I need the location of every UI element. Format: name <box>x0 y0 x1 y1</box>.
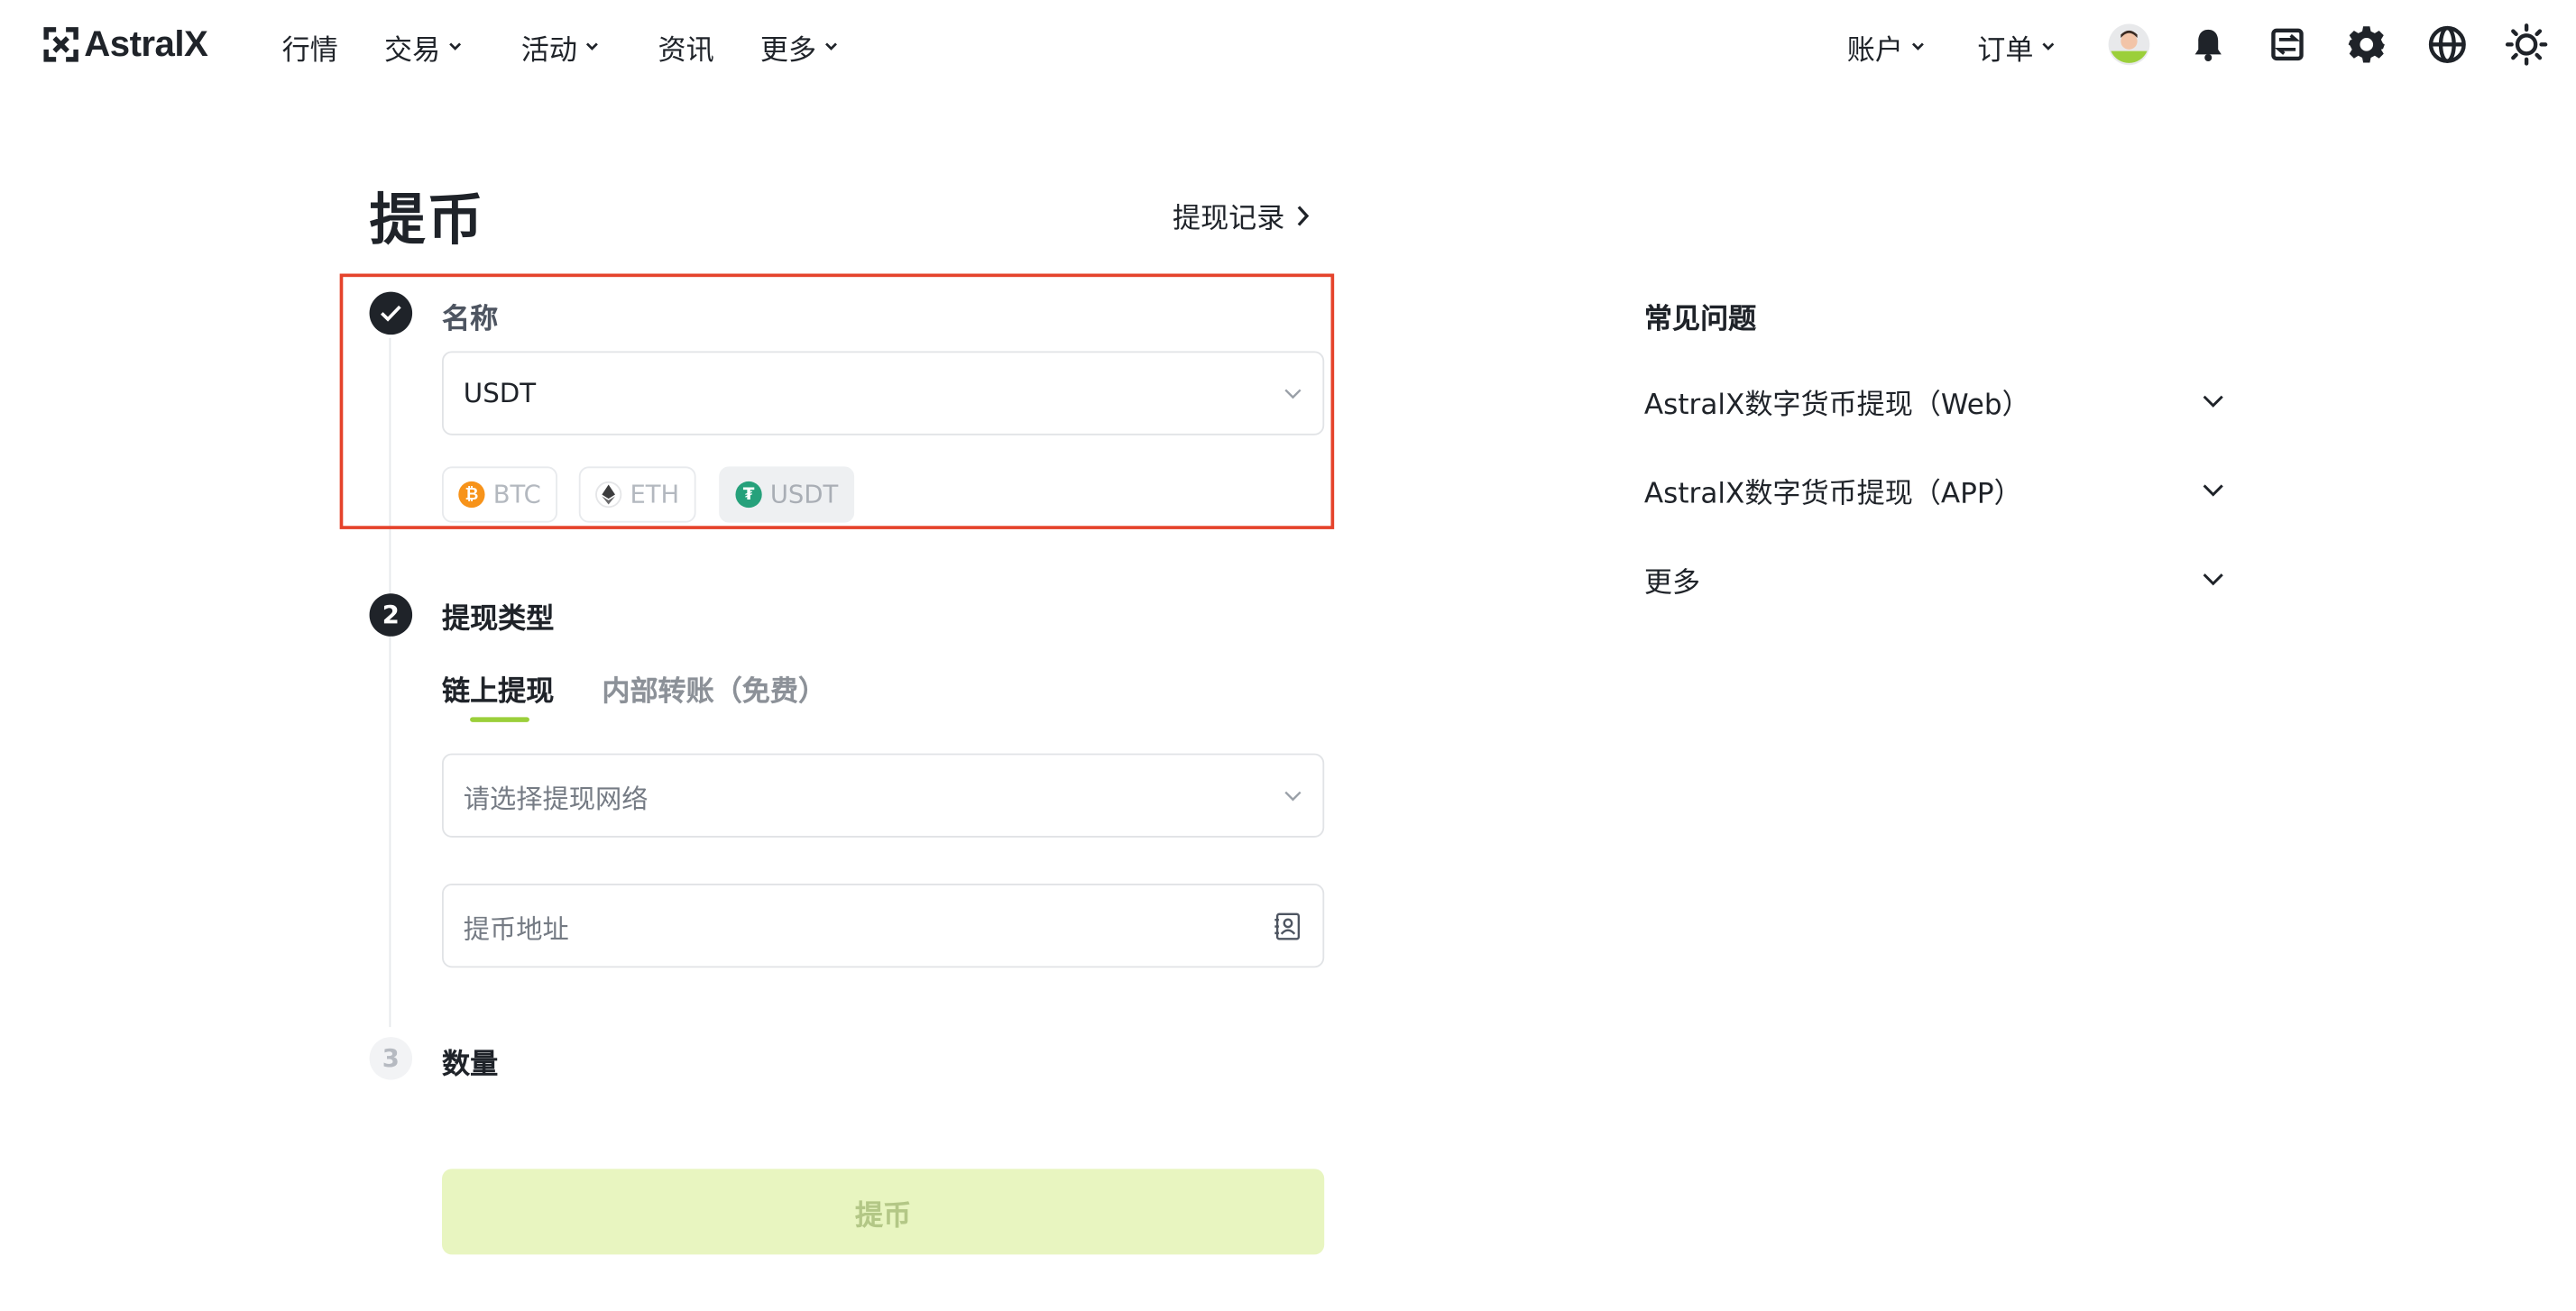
nav-trade-label: 交易 <box>384 33 441 68</box>
faq-item-web[interactable]: AstralX数字货币提现（Web） <box>1643 380 2225 422</box>
quick-coin-usdt-label: USDT <box>769 480 839 509</box>
nav-activity[interactable]: 活动 <box>520 26 601 68</box>
logo-text: AstralX <box>84 23 208 65</box>
gear-icon <box>2348 26 2385 63</box>
tab-internal-transfer[interactable]: 内部转账（免费） <box>602 668 826 710</box>
active-tab-indicator <box>470 717 529 722</box>
check-icon <box>380 305 401 322</box>
nav-news-label: 资讯 <box>658 33 714 68</box>
step-2-label: 提现类型 <box>442 603 555 637</box>
globe-icon <box>2428 25 2466 63</box>
chevron-down-icon <box>585 42 598 50</box>
language-button[interactable] <box>2426 23 2470 67</box>
tether-icon: ₮ <box>735 481 762 509</box>
quick-coin-eth[interactable]: ETH <box>578 466 696 523</box>
quick-coin-btc[interactable]: ₿ BTC <box>442 466 558 523</box>
step-1-complete-badge <box>369 291 413 335</box>
faq-item-more[interactable]: 更多 <box>1643 559 2225 600</box>
network-select[interactable]: 请选择提现网络 <box>442 753 1325 838</box>
faq-item-label: AstralX数字货币提现（APP） <box>1643 477 2022 510</box>
nav-market[interactable]: 行情 <box>281 26 338 68</box>
nav-orders[interactable]: 订单 <box>1977 26 2056 68</box>
nav-orders-label: 订单 <box>1977 33 2034 68</box>
tab-onchain-withdraw[interactable]: 链上提现 <box>442 668 554 710</box>
quick-coin-eth-label: ETH <box>630 480 680 509</box>
chevron-down-icon <box>2203 483 2223 496</box>
chevron-down-icon <box>1284 388 1302 399</box>
nav-market-label: 行情 <box>281 33 338 68</box>
chevron-down-icon <box>825 42 837 50</box>
chevron-down-icon <box>2203 573 2223 585</box>
quick-coin-usdt[interactable]: ₮ USDT <box>719 466 855 523</box>
page-title: 提币 <box>369 188 485 254</box>
withdraw-history-link[interactable]: 提现记录 <box>1172 195 1311 236</box>
nav-more-label: 更多 <box>759 33 817 68</box>
sun-icon <box>2505 23 2548 66</box>
nav-news[interactable]: 资讯 <box>658 26 714 68</box>
chevron-down-icon <box>449 42 462 50</box>
address-input-placeholder: 提币地址 <box>463 912 569 944</box>
ethereum-icon <box>595 481 622 509</box>
address-book-icon[interactable] <box>1274 911 1303 940</box>
logo-mark-icon <box>43 27 78 62</box>
chevron-down-icon <box>1911 42 1924 50</box>
settings-button[interactable] <box>2345 23 2388 67</box>
step-1-label: 名称 <box>442 303 499 336</box>
coin-select[interactable]: USDT <box>442 351 1325 435</box>
nav-activity-label: 活动 <box>520 33 577 68</box>
faq-item-app[interactable]: AstralX数字货币提现（APP） <box>1643 470 2225 510</box>
notifications-button[interactable] <box>2186 23 2230 67</box>
withdraw-submit-button[interactable]: 提币 <box>442 1169 1325 1255</box>
network-select-placeholder: 请选择提现网络 <box>463 782 649 814</box>
quick-coin-btc-label: BTC <box>492 480 541 509</box>
nav-account-label: 账户 <box>1846 33 1903 68</box>
nav-more[interactable]: 更多 <box>759 26 840 68</box>
step-3-label: 数量 <box>442 1048 499 1082</box>
faq-item-label: 更多 <box>1643 566 1701 600</box>
chevron-down-icon <box>1284 790 1302 801</box>
chevron-down-icon <box>2042 42 2055 50</box>
transfer-button[interactable] <box>2266 23 2309 67</box>
nav-account[interactable]: 账户 <box>1846 26 1927 68</box>
chevron-down-icon <box>2203 394 2223 407</box>
nav-trade[interactable]: 交易 <box>384 26 464 68</box>
faq-item-label: AstralX数字货币提现（Web） <box>1643 388 2030 422</box>
step-2-badge: 2 <box>369 593 413 637</box>
address-input[interactable]: 提币地址 <box>442 884 1325 968</box>
faq-title: 常见问题 <box>1643 303 1757 336</box>
coin-select-value: USDT <box>463 377 537 409</box>
bell-icon <box>2194 29 2222 62</box>
chevron-right-icon <box>1297 205 1310 225</box>
transfer-icon <box>2271 28 2304 61</box>
theme-toggle[interactable] <box>2505 23 2548 67</box>
step-3-badge: 3 <box>369 1037 413 1080</box>
bitcoin-icon: ₿ <box>458 481 485 509</box>
avatar-icon <box>2108 23 2150 66</box>
avatar[interactable] <box>2108 23 2151 67</box>
logo[interactable]: AstralX <box>43 23 208 67</box>
withdraw-history-label: 提现记录 <box>1172 202 1285 236</box>
